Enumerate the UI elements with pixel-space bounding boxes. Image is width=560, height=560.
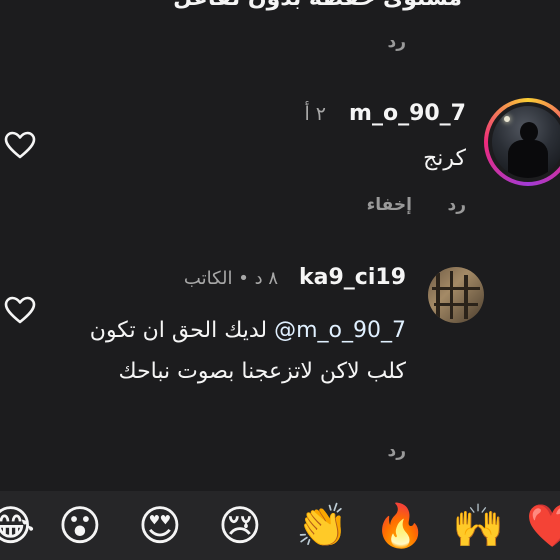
crying-emoji-button[interactable]: 😢 — [218, 501, 262, 551]
laughing-emoji-button[interactable]: 😂 — [0, 501, 35, 551]
clapping-emoji-button[interactable]: 👏 — [296, 501, 348, 551]
fire-emoji-button[interactable]: 🔥 — [374, 501, 426, 551]
comment-text: كرنج — [423, 146, 466, 171]
comment-username[interactable]: ka9_ci19 — [299, 265, 406, 290]
avatar[interactable] — [428, 267, 484, 323]
comment-timestamp: ٢ أ — [304, 103, 326, 125]
red-heart-emoji-button[interactable]: ❤️ — [526, 501, 560, 551]
avatar[interactable] — [492, 106, 560, 178]
comment-text: m_o_90_7@ لديك الحق ان تكون كلب لاكن لات… — [76, 310, 406, 392]
surprised-emoji-button[interactable]: 😮 — [58, 501, 102, 551]
emoji-reaction-bar: 😂 😮 😍 😢 👏 🔥 🙌 ❤️ — [0, 491, 560, 560]
hide-button[interactable]: إخفاء — [367, 195, 412, 215]
comment-timestamp-author: ٨ د • الكاتب — [183, 268, 278, 289]
comment-username[interactable]: m_o_90_7 — [349, 101, 466, 126]
mention-link[interactable]: m_o_90_7@ — [274, 318, 406, 343]
story-avatar-ring[interactable] — [484, 98, 560, 186]
reply-button[interactable]: رد — [387, 32, 406, 52]
raising-hands-emoji-button[interactable]: 🙌 — [452, 501, 504, 551]
heart-eyes-emoji-button[interactable]: 😍 — [138, 501, 182, 551]
like-heart-icon[interactable] — [4, 131, 36, 159]
reply-button[interactable]: رد — [387, 441, 406, 461]
previous-comment-text: مستوى حفظه بدون تفاعل — [173, 0, 462, 11]
like-heart-icon[interactable] — [4, 296, 36, 324]
reply-button[interactable]: رد — [447, 195, 466, 215]
